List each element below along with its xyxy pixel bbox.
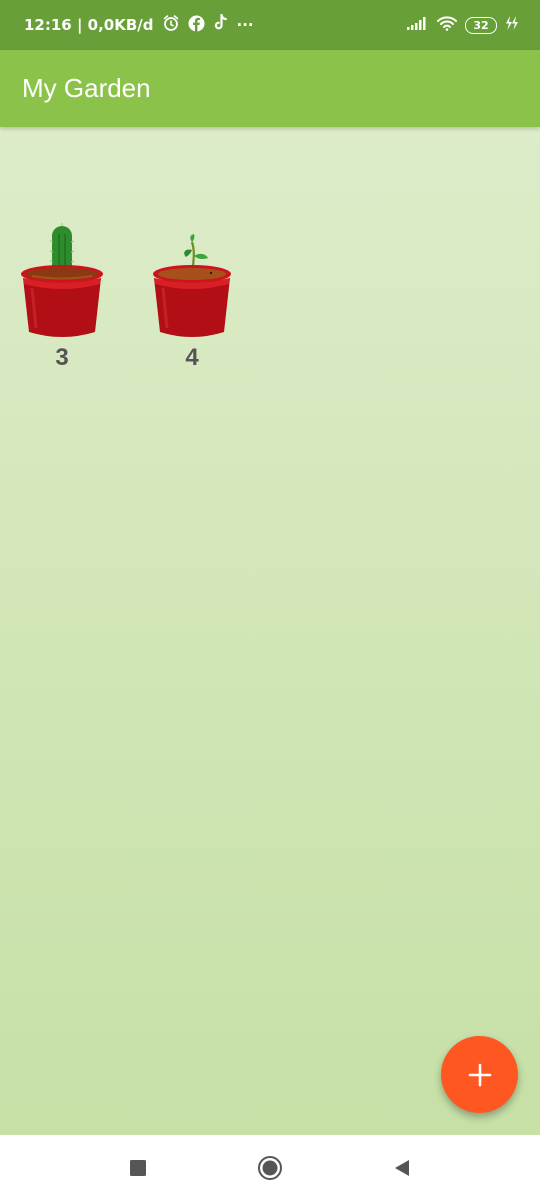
status-time: 12:16 | 0,0KB/d bbox=[24, 16, 154, 34]
recents-button[interactable] bbox=[118, 1148, 158, 1188]
home-button[interactable] bbox=[250, 1148, 290, 1188]
alarm-icon bbox=[162, 14, 180, 36]
back-button[interactable] bbox=[382, 1148, 422, 1188]
app-bar: My Garden bbox=[0, 50, 540, 127]
plant-item-sprout[interactable]: 4 bbox=[142, 222, 242, 382]
sprout-pot-icon bbox=[153, 234, 231, 337]
tiktok-icon bbox=[213, 13, 229, 36]
system-nav-bar bbox=[0, 1135, 540, 1200]
garden-area: 3 4 bbox=[0, 127, 540, 1135]
home-circle-icon bbox=[258, 1155, 282, 1180]
plant-item-cactus[interactable]: 3 bbox=[12, 222, 112, 382]
page-title: My Garden bbox=[22, 73, 151, 103]
plus-icon bbox=[468, 1063, 491, 1086]
status-right: 32 bbox=[400, 15, 518, 35]
plant-count: 4 bbox=[185, 344, 199, 371]
status-bar: 12:16 | 0,0KB/d ··· 32 bbox=[0, 0, 540, 50]
signal-icon bbox=[407, 16, 429, 34]
plant-count: 3 bbox=[55, 344, 69, 371]
back-triangle-icon bbox=[395, 1159, 409, 1176]
more-notifications-icon: ··· bbox=[236, 16, 254, 34]
facebook-icon bbox=[188, 15, 205, 36]
charging-icon bbox=[504, 15, 518, 35]
battery-icon: 32 bbox=[465, 16, 497, 34]
wifi-icon bbox=[436, 15, 458, 35]
add-plant-button[interactable] bbox=[441, 1036, 518, 1113]
recents-square-icon bbox=[130, 1159, 146, 1176]
cactus-pot-icon bbox=[21, 223, 103, 337]
status-left: 12:16 | 0,0KB/d ··· bbox=[24, 13, 262, 36]
